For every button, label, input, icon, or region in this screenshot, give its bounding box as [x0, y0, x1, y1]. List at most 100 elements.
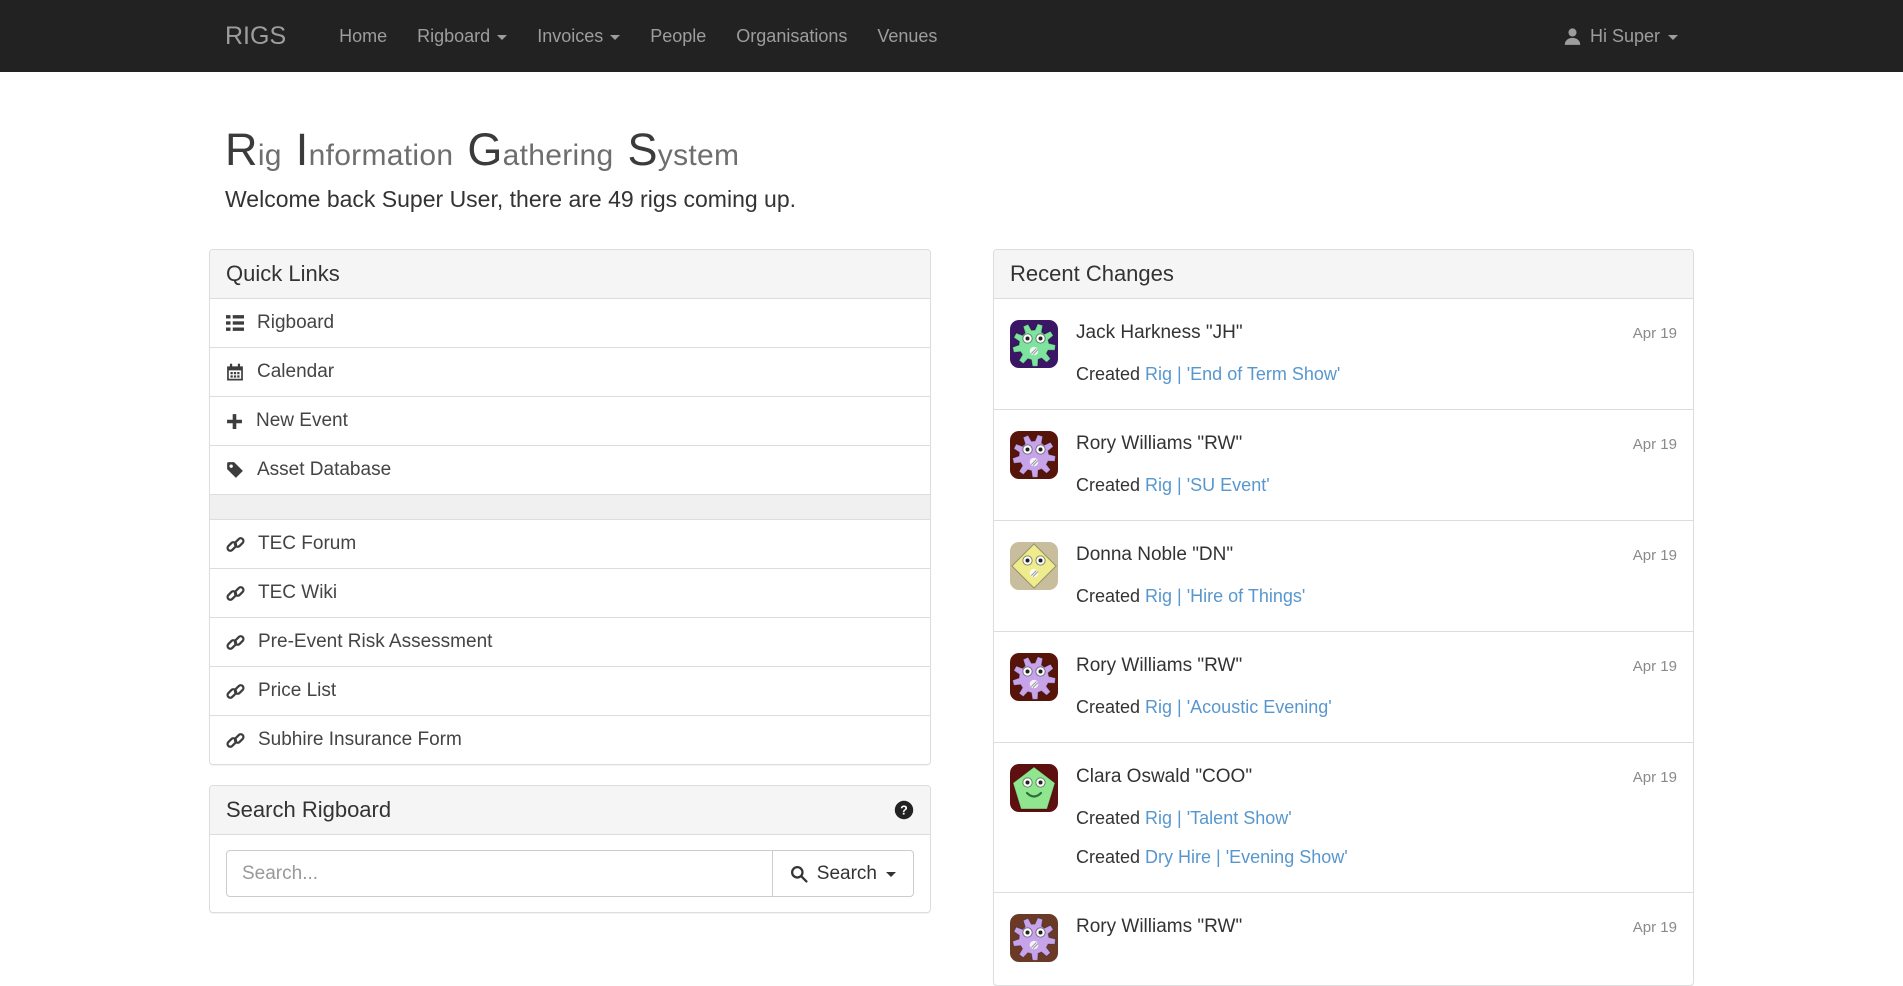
main-container: RigInformationGatheringSystem Welcome ba…	[208, 124, 1695, 986]
quick-links-heading: Quick Links	[210, 250, 930, 299]
recent-change-row: Jack Harkness "JH"Apr 19Created Rig | 'E…	[994, 299, 1693, 409]
quick-links-panel: Quick Links RigboardCalendarNew Event Ass…	[209, 249, 931, 765]
change-link[interactable]: Rig | 'Hire of Things'	[1145, 586, 1305, 606]
user-icon	[1563, 27, 1582, 46]
nav-item-organisations[interactable]: Organisations	[721, 0, 862, 73]
quick-link-label: Price List	[258, 680, 336, 702]
change-link[interactable]: Dry Hire | 'Evening Show'	[1145, 847, 1348, 867]
recent-change-head: Jack Harkness "JH" Apr 19	[1076, 320, 1677, 347]
person-name: Rory Williams "RW"	[1076, 653, 1242, 679]
nav-item-people[interactable]: People	[635, 0, 721, 73]
user-menu-label: Hi Super	[1590, 26, 1660, 47]
nav-item-label: People	[650, 26, 706, 47]
navbar-inner: RIGS Home Rigboard Invoices People Organisat…	[208, 0, 1695, 72]
navbar: RIGS Home Rigboard Invoices People Organisat…	[0, 0, 1903, 72]
recent-change-row: Rory Williams "RW"Apr 19Created Rig | 'S…	[994, 409, 1693, 520]
search-rigboard-heading: Search Rigboard ?	[210, 786, 930, 835]
change-date: Apr 19	[1633, 543, 1677, 569]
quick-link-new-event[interactable]: New Event	[210, 396, 930, 445]
quick-link-label: Subhire Insurance Form	[258, 729, 462, 751]
quick-link-tec-forum[interactable]: TEC Forum	[210, 519, 930, 568]
change-link[interactable]: Rig | 'SU Event'	[1145, 475, 1270, 495]
nav-item-venues[interactable]: Venues	[862, 0, 952, 73]
link-icon	[226, 535, 245, 554]
link-icon	[226, 584, 245, 603]
recent-changes-panel: Recent Changes Jack Harkness "JH" Apr 19 C…	[993, 249, 1694, 986]
change-link[interactable]: Rig | 'Talent Show'	[1145, 808, 1292, 828]
quick-link-subhire-insurance-form[interactable]: Subhire Insurance Form	[210, 715, 930, 764]
user-menu[interactable]: Hi Super	[1563, 26, 1678, 47]
user-avatar	[1010, 320, 1058, 368]
nav-item-label: Organisations	[736, 26, 847, 47]
user-avatar	[1010, 542, 1058, 590]
content-row: Quick Links RigboardCalendarNew Event Ass…	[208, 249, 1695, 986]
nav-item-invoices[interactable]: Invoices	[522, 0, 635, 73]
change-link[interactable]: Rig | 'Acoustic Evening'	[1145, 697, 1332, 717]
title-word: Rig	[225, 136, 282, 172]
person-name: Clara Oswald "COO"	[1076, 764, 1252, 790]
quick-links-title: Quick Links	[226, 261, 340, 287]
change-action: Created Dry Hire | 'Evening Show'	[1076, 846, 1677, 869]
link-icon	[226, 682, 245, 701]
change-date: Apr 19	[1633, 321, 1677, 347]
recent-change-head: Rory Williams "RW"Apr 19	[1076, 653, 1677, 680]
user-avatar	[1010, 653, 1058, 701]
caret-down-icon	[1668, 35, 1678, 40]
link-icon	[226, 633, 245, 652]
quick-link-rigboard[interactable]: Rigboard	[210, 299, 930, 347]
plus-icon	[226, 413, 243, 430]
search-rigboard-title: Search Rigboard	[226, 797, 391, 823]
nav-item-label: Rigboard	[417, 26, 490, 47]
quick-link-pre-event-risk-assessment[interactable]: Pre-Event Risk Assessment	[210, 617, 930, 666]
calendar-icon	[226, 363, 244, 381]
title-word: Information	[296, 136, 454, 172]
recent-change-row: Rory Williams "RW"Apr 19	[994, 892, 1693, 985]
search-button[interactable]: Search	[772, 850, 914, 897]
quick-links-separator	[210, 494, 930, 519]
page-title: RigInformationGatheringSystem	[225, 124, 1678, 176]
caret-down-icon	[610, 35, 620, 40]
quick-link-label: TEC Wiki	[258, 582, 337, 604]
title-word: Gathering	[467, 136, 613, 172]
quick-link-asset-database[interactable]: Asset Database	[210, 445, 930, 494]
question-circle-icon[interactable]: ?	[894, 800, 914, 820]
page-head: RigInformationGatheringSystem Welcome ba…	[208, 124, 1695, 213]
quick-links-list: RigboardCalendarNew Event Asset Database T…	[210, 299, 930, 764]
nav-item-home[interactable]: Home	[324, 0, 402, 73]
person-name: Jack Harkness "JH"	[1076, 320, 1243, 346]
left-column: Quick Links RigboardCalendarNew Event Ass…	[209, 249, 931, 913]
search-icon	[790, 865, 808, 883]
person-name: Rory Williams "RW"	[1076, 914, 1242, 940]
recent-change-head: Rory Williams "RW"Apr 19	[1076, 431, 1677, 458]
change-action: Created Rig | 'Acoustic Evening'	[1076, 696, 1677, 719]
quick-link-label: TEC Forum	[258, 533, 356, 555]
quick-link-price-list[interactable]: Price List	[210, 666, 930, 715]
caret-down-icon	[497, 35, 507, 40]
link-icon	[226, 731, 245, 750]
change-date: Apr 19	[1633, 432, 1677, 458]
quick-link-tec-wiki[interactable]: TEC Wiki	[210, 568, 930, 617]
user-avatar	[1010, 764, 1058, 812]
person-name: Donna Noble "DN"	[1076, 542, 1233, 568]
recent-change-head: Clara Oswald "COO"Apr 19	[1076, 764, 1677, 791]
recent-change-body: Rory Williams "RW"Apr 19 Created Rig | 'A…	[1076, 653, 1677, 719]
quick-link-calendar[interactable]: Calendar	[210, 347, 930, 396]
search-input-group: Search	[226, 850, 914, 897]
caret-down-icon	[886, 872, 896, 877]
nav-item-rigboard[interactable]: Rigboard	[402, 0, 522, 73]
recent-change-row: Donna Noble "DN"Apr 19Created Rig | 'Hir…	[994, 520, 1693, 631]
search-input[interactable]	[226, 850, 773, 897]
recent-change-body: Donna Noble "DN"Apr 19Created Rig | 'Hir…	[1076, 542, 1677, 608]
search-rigboard-panel: Search Rigboard ? Search	[209, 785, 931, 913]
change-link[interactable]: Rig | 'End of Term Show'	[1145, 364, 1340, 384]
change-action: Created Rig | 'Talent Show'	[1076, 807, 1677, 830]
quick-link-label: Asset Database	[257, 459, 391, 481]
nav-item-label: Venues	[877, 26, 937, 47]
recent-changes-heading: Recent Changes	[994, 250, 1693, 299]
recent-change-head: Rory Williams "RW"Apr 19	[1076, 914, 1677, 941]
recent-change-body: Rory Williams "RW"Apr 19	[1076, 914, 1677, 962]
nav-item-label: Home	[339, 26, 387, 47]
recent-change-body: Jack Harkness "JH"Apr 19Created Rig | 'E…	[1076, 320, 1677, 386]
search-button-label: Search	[817, 863, 877, 885]
brand-rigs[interactable]: RIGS	[225, 22, 286, 51]
